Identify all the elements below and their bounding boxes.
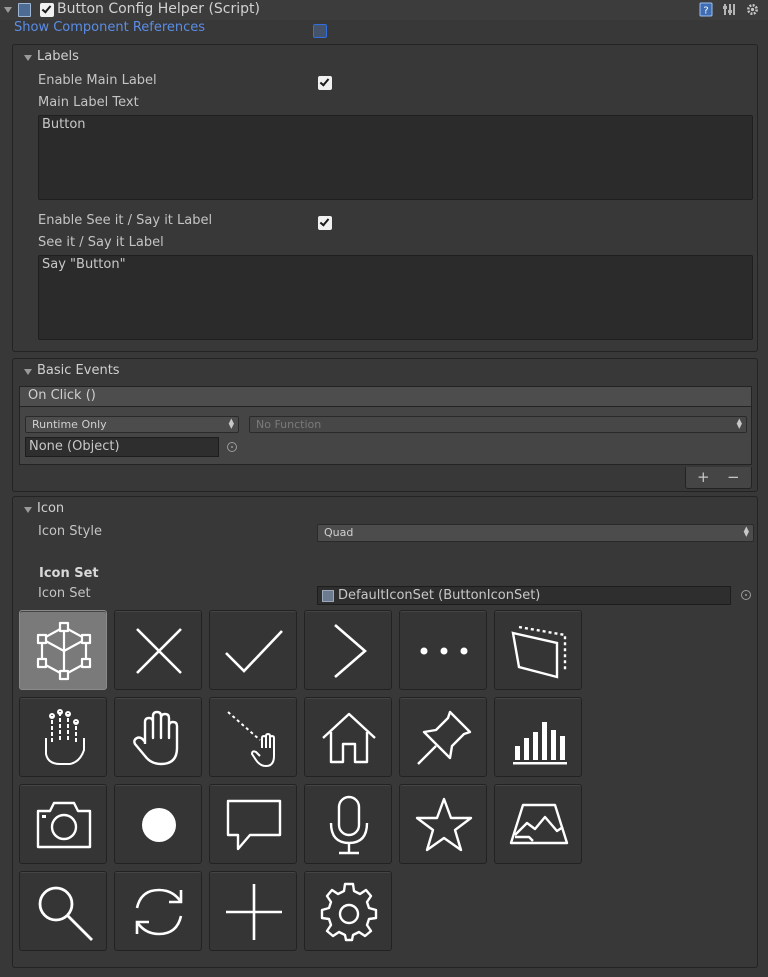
remove-event-button[interactable]: − [727,469,740,485]
on-click-event-body: Runtime Only ▲ ▼ No Function ▲ ▼ None (Obj… [19,407,752,465]
basic-events-foldout-arrow-icon[interactable] [24,369,32,375]
component-enabled-checkbox[interactable] [40,3,54,17]
icon-set-field[interactable]: DefaultIconSet (ButtonIconSet) [317,586,731,605]
record-dot-icon [142,808,176,842]
icon-style-label: Icon Style [38,524,102,539]
icon-tile-slate[interactable] [494,610,582,690]
show-component-references-checkbox[interactable] [313,24,327,38]
search-icon [38,886,93,941]
icon-tile-map[interactable] [494,784,582,864]
event-list-footer: + − [685,467,752,489]
icon-tile-close-x[interactable] [114,610,202,690]
hand-icon [133,710,179,766]
icon-tile-speech-bubble[interactable] [209,784,297,864]
enable-main-label-label: Enable Main Label [38,73,157,88]
icon-group: Icon Icon Style Quad ▲ ▼ Icon Set Icon Se… [12,496,758,968]
dropdown-arrows-icon: ▲ ▼ [736,417,742,430]
microphone-icon [329,795,369,855]
dropdown-arrows-icon: ▲ ▼ [743,525,749,538]
icon-tile-home[interactable] [304,697,392,777]
enable-see-it-say-it-label: Enable See it / Say it Label [38,213,213,228]
home-icon [322,712,376,764]
runtime-mode-value: Runtime Only [32,418,107,431]
icon-tile-gear[interactable] [304,871,392,951]
help-icon[interactable]: ? [699,2,714,17]
enable-see-it-say-it-checkbox[interactable] [318,216,332,230]
runtime-mode-dropdown[interactable]: Runtime Only ▲ ▼ [25,416,239,433]
labels-group: Labels Enable Main Label Main Label Text… [12,44,758,352]
on-click-event-header: On Click () [19,386,752,407]
icon-tile-cube-select[interactable] [19,610,107,690]
icon-tile-star[interactable] [399,784,487,864]
refresh-icon [135,888,183,936]
labels-group-title: Labels [37,49,79,64]
hand-joints-icon [45,709,85,765]
component-header: Button Config Helper (Script) ? [0,0,768,20]
see-it-say-it-label-field[interactable]: Say "Button" [38,255,753,340]
icon-style-dropdown[interactable]: Quad ▲ ▼ [317,524,754,542]
icon-group-title: Icon [37,501,65,516]
cube-select-icon [36,621,92,681]
main-label-text-label: Main Label Text [38,95,139,110]
show-component-references-label[interactable]: Show Component References [14,20,205,35]
icon-set-label: Icon Set [38,586,91,601]
hand-ray-icon [227,711,275,768]
star-icon [415,797,473,852]
checkmark-icon [225,630,283,673]
dropdown-arrows-icon: ▲ ▼ [228,417,234,430]
icon-set-picker-icon[interactable] [741,590,751,600]
speech-bubble-icon [226,799,282,851]
slate-icon [511,625,567,679]
icon-tile-hand-ray[interactable] [209,697,297,777]
function-dropdown[interactable]: No Function ▲ ▼ [249,416,747,433]
pin-icon [417,710,472,765]
icon-set-header: Icon Set [39,566,99,581]
enable-main-label-checkbox[interactable] [318,76,332,90]
icon-tile-microphone[interactable] [304,784,392,864]
script-icon [18,3,31,17]
gear-icon [320,882,378,942]
preset-icon[interactable] [722,2,737,17]
icon-tile-hand[interactable] [114,697,202,777]
function-value: No Function [256,418,322,431]
add-event-button[interactable]: + [697,469,710,485]
icon-tile-hand-joints[interactable] [19,697,107,777]
bar-chart-icon [513,722,567,765]
basic-events-title: Basic Events [37,363,120,378]
icon-tile-chevron-right[interactable] [304,610,392,690]
icon-style-value: Quad [324,526,354,539]
icon-foldout-arrow-icon[interactable] [24,507,32,513]
labels-foldout-arrow-icon[interactable] [24,55,32,61]
basic-events-group: Basic Events On Click () Runtime Only ▲ ▼… [12,358,758,492]
object-picker-icon[interactable] [227,442,237,452]
component-title: Button Config Helper (Script) [57,1,260,17]
icon-tile-pin[interactable] [399,697,487,777]
icon-tile-plus[interactable] [209,871,297,951]
chevron-right-icon [334,624,367,678]
close-x-icon [136,628,182,674]
settings-gear-icon[interactable] [745,2,760,17]
component-foldout-arrow-icon[interactable] [4,7,12,13]
camera-icon [36,801,92,849]
main-label-text-field[interactable]: Button [38,115,753,200]
ellipsis-icon [420,647,468,655]
icon-tile-ellipsis[interactable] [399,610,487,690]
icon-tile-search[interactable] [19,871,107,951]
icon-tile-checkmark[interactable] [209,610,297,690]
scriptable-object-icon [322,590,334,602]
plus-icon [226,884,282,940]
event-target-object-field[interactable]: None (Object) [25,437,219,457]
icon-tile-refresh[interactable] [114,871,202,951]
icon-tile-bar-chart[interactable] [494,697,582,777]
icon-tile-record-dot[interactable] [114,784,202,864]
icon-set-value: DefaultIconSet (ButtonIconSet) [338,588,541,603]
map-icon [509,803,569,845]
icon-tile-camera[interactable] [19,784,107,864]
see-it-say-it-label-label: See it / Say it Label [38,235,164,250]
svg-text:?: ? [703,6,708,17]
